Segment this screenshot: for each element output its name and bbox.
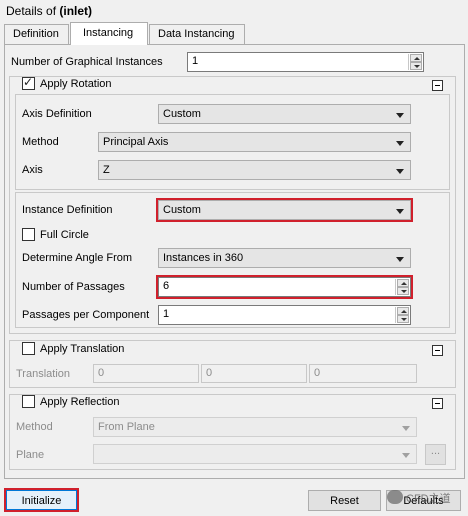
determine-angle-label: Determine Angle From: [22, 252, 133, 264]
passages-per-component-label: Passages per Component: [22, 309, 150, 321]
reflection-method-value: From Plane: [98, 421, 155, 433]
wechat-icon: [387, 490, 403, 504]
translation-collapse-icon[interactable]: [432, 345, 443, 356]
graphical-instances-spinner[interactable]: 1: [187, 52, 424, 72]
instance-definition-label: Instance Definition: [22, 204, 113, 216]
reset-button[interactable]: Reset: [308, 490, 381, 511]
reflection-collapse-icon[interactable]: [432, 398, 443, 409]
spin-up-icon[interactable]: [410, 54, 422, 62]
chevron-down-icon: [396, 141, 404, 146]
tab-definition[interactable]: Definition: [4, 24, 69, 44]
apply-reflection-checkbox[interactable]: [22, 395, 35, 408]
spinner-arrows[interactable]: [395, 307, 409, 323]
chevron-down-icon: [402, 453, 410, 458]
plane-label: Plane: [16, 449, 45, 461]
translation-y-field[interactable]: 0: [201, 364, 307, 383]
translation-y-value: 0: [206, 367, 213, 379]
axis-definition-value: Custom: [163, 108, 201, 120]
plane-browse-button[interactable]: ...: [425, 444, 446, 465]
passages-per-component-value: 1: [163, 308, 170, 320]
passages-value: 6: [163, 280, 170, 292]
spin-up-icon[interactable]: [397, 279, 409, 287]
instance-definition-select[interactable]: Custom: [156, 198, 413, 222]
spinner-arrows[interactable]: [395, 279, 409, 295]
apply-rotation-label: Apply Rotation: [40, 78, 112, 90]
spin-down-icon[interactable]: [397, 287, 409, 295]
tab-data-instancing[interactable]: Data Instancing: [149, 24, 245, 44]
axis-select[interactable]: Z: [98, 160, 411, 180]
reflection-method-label: Method: [16, 421, 53, 433]
tab-instancing-label: Instancing: [83, 27, 134, 39]
determine-angle-select[interactable]: Instances in 360: [158, 248, 411, 268]
axis-value: Z: [103, 164, 110, 176]
method-label: Method: [22, 136, 59, 148]
axis-definition-select[interactable]: Custom: [158, 104, 411, 124]
panel-title-prefix: Details of: [6, 4, 60, 18]
rotation-collapse-icon[interactable]: [432, 80, 443, 91]
method-value: Principal Axis: [103, 136, 169, 148]
plane-browse-label: ...: [430, 445, 441, 457]
plane-select[interactable]: [93, 444, 417, 464]
axis-label: Axis: [22, 164, 43, 176]
apply-rotation-checkbox[interactable]: [22, 75, 35, 90]
axis-definition-label: Axis Definition: [22, 108, 92, 120]
tab-data-instancing-label: Data Instancing: [158, 28, 235, 40]
passages-spinner[interactable]: 6: [156, 275, 413, 299]
chevron-down-icon: [396, 169, 404, 174]
passages-per-component-spinner[interactable]: 1: [158, 305, 411, 325]
chevron-down-icon: [396, 113, 404, 118]
method-select[interactable]: Principal Axis: [98, 132, 411, 152]
translation-x-value: 0: [98, 367, 105, 379]
chevron-down-icon: [396, 209, 404, 214]
tab-instancing[interactable]: Instancing: [70, 22, 148, 45]
watermark-text: CFD之道: [406, 493, 451, 505]
full-circle-label: Full Circle: [40, 229, 89, 241]
translation-x-field[interactable]: 0: [93, 364, 199, 383]
graphical-instances-value: 1: [192, 55, 199, 67]
panel-title: Details of (inlet): [6, 4, 92, 18]
spin-down-icon[interactable]: [397, 315, 409, 323]
tab-definition-label: Definition: [13, 28, 59, 40]
full-circle-checkbox[interactable]: [22, 228, 35, 241]
determine-angle-value: Instances in 360: [163, 252, 244, 264]
panel-title-object: (inlet): [59, 4, 93, 18]
passages-label: Number of Passages: [22, 281, 125, 293]
spinner-arrows[interactable]: [408, 54, 422, 70]
spin-up-icon[interactable]: [397, 307, 409, 315]
translation-label: Translation: [16, 368, 71, 380]
translation-z-value: 0: [314, 367, 321, 379]
translation-z-field[interactable]: 0: [309, 364, 417, 383]
reset-label: Reset: [330, 495, 359, 507]
spin-down-icon[interactable]: [410, 62, 422, 70]
graphical-instances-label: Number of Graphical Instances: [11, 56, 163, 68]
apply-reflection-label: Apply Reflection: [40, 396, 120, 408]
chevron-down-icon: [396, 257, 404, 262]
apply-translation-label: Apply Translation: [40, 343, 125, 355]
reflection-method-select[interactable]: From Plane: [93, 417, 417, 437]
chevron-down-icon: [402, 426, 410, 431]
instance-definition-value: Custom: [163, 204, 201, 216]
initialize-button[interactable]: Initialize: [4, 488, 79, 512]
initialize-label: Initialize: [21, 495, 62, 507]
apply-translation-checkbox[interactable]: [22, 342, 35, 355]
